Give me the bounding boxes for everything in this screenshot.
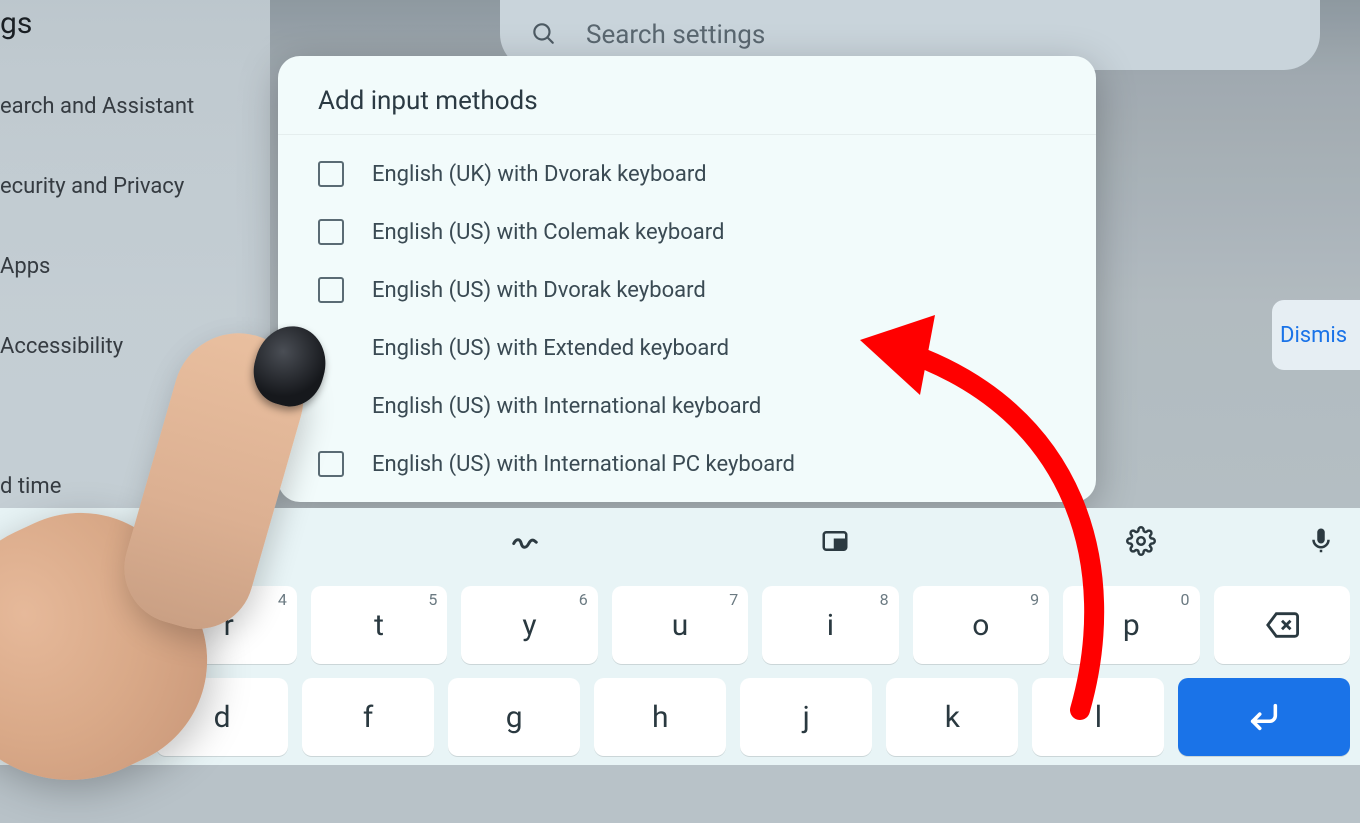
sidebar-item-security-privacy[interactable]: ecurity and Privacy	[0, 174, 184, 199]
sidebar-item-search-assistant[interactable]: earch and Assistant	[0, 94, 194, 119]
add-input-methods-dialog: Add input methods English (UK) with Dvor…	[278, 56, 1096, 502]
enter-key[interactable]	[1178, 678, 1350, 756]
floating-keyboard-icon[interactable]	[820, 526, 850, 560]
key-s[interactable]: s	[10, 678, 142, 756]
key-r[interactable]: 4r	[160, 586, 296, 664]
input-method-label: English (UK) with Dvorak keyboard	[372, 162, 706, 187]
key-j[interactable]: j	[740, 678, 872, 756]
sidebar-item-apps[interactable]: Apps	[0, 254, 50, 279]
key-p[interactable]: 0p	[1063, 586, 1199, 664]
divider	[278, 134, 1096, 135]
input-method-label: English (US) with Dvorak keyboard	[372, 278, 706, 303]
checkbox-icon[interactable]	[318, 451, 344, 477]
input-method-row[interactable]: English (US) with Extended keyboard	[318, 319, 1056, 377]
search-icon	[530, 20, 556, 50]
checkbox-icon[interactable]	[318, 161, 344, 187]
checkbox-icon[interactable]	[318, 219, 344, 245]
dismiss-button[interactable]: Dismis	[1272, 300, 1360, 370]
keyboard-toolbar	[0, 508, 1360, 578]
input-method-row[interactable]: English (US) with Colemak keyboard	[318, 203, 1056, 261]
handwriting-icon[interactable]	[510, 526, 540, 560]
keyboard-row-1: 3e4r5t6y7u8i9o0p	[10, 586, 1350, 664]
key-o[interactable]: 9o	[913, 586, 1049, 664]
sidebar-item-date-time[interactable]: d time	[0, 474, 61, 499]
key-i[interactable]: 8i	[762, 586, 898, 664]
search-placeholder: Search settings	[586, 20, 765, 50]
input-method-label: English (US) with International PC keybo…	[372, 452, 795, 477]
key-y[interactable]: 6y	[461, 586, 597, 664]
key-t[interactable]: 5t	[311, 586, 447, 664]
input-method-row[interactable]: English (US) with International PC keybo…	[318, 435, 1056, 493]
dialog-title: Add input methods	[318, 86, 1056, 116]
input-method-row[interactable]: English (US) with Dvorak keyboard	[318, 261, 1056, 319]
mic-icon[interactable]	[1306, 526, 1336, 560]
input-method-row[interactable]: English (US) with International keyboard	[318, 377, 1056, 435]
input-method-label: English (US) with Colemak keyboard	[372, 220, 724, 245]
input-method-row[interactable]: English (UK) with Dvorak keyboard	[318, 145, 1056, 203]
gear-icon[interactable]	[1126, 526, 1156, 560]
keyboard-row-2: sdfghjkl	[10, 678, 1350, 756]
backspace-key[interactable]	[1214, 586, 1350, 664]
input-method-label: English (US) with International keyboard	[372, 394, 761, 419]
key-k[interactable]: k	[886, 678, 1018, 756]
key-d[interactable]: d	[156, 678, 288, 756]
checkbox-icon[interactable]	[318, 277, 344, 303]
key-f[interactable]: f	[302, 678, 434, 756]
settings-title: gs	[0, 6, 32, 41]
key-l[interactable]: l	[1032, 678, 1164, 756]
key-g[interactable]: g	[448, 678, 580, 756]
key-u[interactable]: 7u	[612, 586, 748, 664]
key-h[interactable]: h	[594, 678, 726, 756]
key-e[interactable]: 3e	[10, 586, 146, 664]
on-screen-keyboard: 3e4r5t6y7u8i9o0p sdfghjkl	[0, 508, 1360, 765]
dismiss-label: Dismis	[1280, 323, 1347, 348]
sidebar-item-accessibility[interactable]: Accessibility	[0, 334, 123, 359]
input-method-label: English (US) with Extended keyboard	[372, 336, 729, 361]
